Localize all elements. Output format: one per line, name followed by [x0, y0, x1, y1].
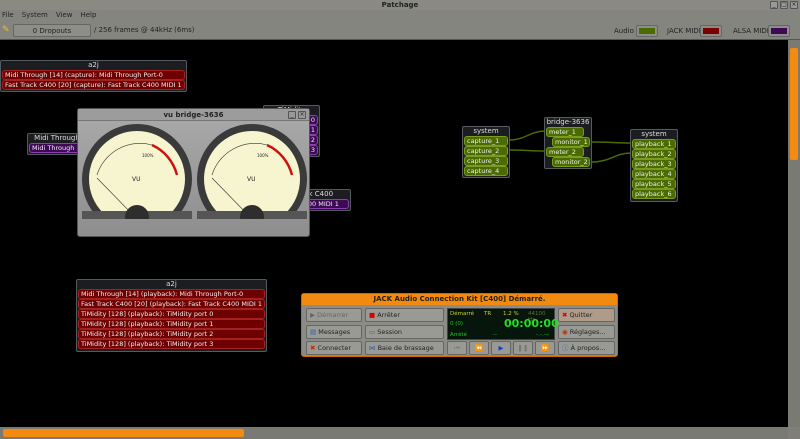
audio-color-button[interactable]: [636, 25, 658, 37]
qjackctl-title: JACK Audio Connection Kit [C400] Démarré…: [302, 294, 617, 305]
menu-help[interactable]: Help: [80, 10, 96, 21]
port[interactable]: TiMidity [128] (playback): TiMidity port…: [78, 319, 265, 329]
horizontal-scrollbar[interactable]: [0, 427, 788, 439]
vu-meters: [82, 124, 307, 219]
port[interactable]: playback_4: [632, 169, 676, 179]
port[interactable]: capture_4: [464, 166, 508, 176]
rewind-button[interactable]: ⏪: [469, 341, 489, 355]
toolbar: ✎ 0 Dropouts / 256 frames @ 44kHz (6ms) …: [0, 21, 800, 40]
legend-jack-midi-label: JACK MIDI: [667, 27, 701, 35]
menu-bar: File System View Help: [0, 10, 800, 21]
vu-label-left: VU: [132, 176, 141, 183]
transport-bbt: -.-.---: [536, 332, 550, 338]
connection-wire[interactable]: [509, 149, 546, 152]
transport-state: Arrêté: [450, 332, 467, 338]
port[interactable]: playback_1: [632, 139, 676, 149]
port[interactable]: playback_6: [632, 189, 676, 199]
vu-minimize-button[interactable]: _: [288, 111, 296, 119]
patchbay-button[interactable]: ⋈ Baie de brassage: [365, 341, 444, 355]
dropouts-button[interactable]: 0 Dropouts: [13, 24, 91, 37]
start-button[interactable]: ▶ Démarrer: [306, 308, 362, 322]
rewind-start-button[interactable]: ⏮: [447, 341, 467, 355]
pause-button[interactable]: ❚❚: [513, 341, 533, 355]
vu-meter-window[interactable]: vu bridge-3636 _ × VU VU 100% 100%: [77, 108, 310, 237]
quit-button[interactable]: ✖ Quitter: [558, 308, 615, 322]
qjackctl-window[interactable]: JACK Audio Connection Kit [C400] Démarré…: [301, 293, 618, 357]
vu-close-button[interactable]: ×: [298, 111, 306, 119]
vu-scale-left: 100%: [142, 153, 154, 158]
port[interactable]: capture_3: [464, 156, 508, 166]
about-button[interactable]: ⓘ À propos...: [558, 341, 615, 355]
stop-button[interactable]: ■ Arrêter: [365, 308, 444, 322]
vu-window-title: vu bridge-3636: [78, 109, 309, 121]
module-system-capture[interactable]: system capture_1 capture_2 capture_3 cap…: [462, 126, 510, 179]
connection-wire[interactable]: [591, 141, 632, 144]
module-system-playback[interactable]: system playback_1 playback_2 playback_3 …: [630, 129, 678, 202]
port[interactable]: Midi Through [14] (capture): Midi Throug…: [2, 70, 185, 80]
port[interactable]: meter_2: [546, 147, 584, 157]
play-button[interactable]: ▶: [491, 341, 511, 355]
port[interactable]: monitor_2: [552, 157, 590, 167]
port[interactable]: Midi Through [14] (playback): Midi Throu…: [78, 289, 265, 299]
forward-button[interactable]: ⏩: [535, 341, 555, 355]
port[interactable]: meter_1: [546, 127, 584, 137]
module-title: system: [641, 130, 667, 138]
status-display: Démarré TR 1.2 % 44100 Hz 0 (0) 00:00:00…: [447, 308, 559, 340]
connection-wire[interactable]: [591, 152, 632, 163]
port[interactable]: capture_2: [464, 146, 508, 156]
settings-button[interactable]: ◉ Réglages...: [558, 325, 615, 339]
legend-alsa-midi-label: ALSA MIDI: [733, 27, 769, 35]
module-title: a2j: [88, 61, 99, 69]
port[interactable]: Fast Track C400 [20] (capture): Fast Tra…: [2, 80, 185, 90]
module-bridge[interactable]: bridge-3636 meter_1 monitor_1 meter_2 mo…: [544, 117, 592, 170]
port[interactable]: monitor_1: [552, 137, 590, 147]
tr-label: TR: [484, 311, 492, 317]
alsa-midi-color-button[interactable]: [768, 25, 790, 37]
vertical-scroll-thumb[interactable]: [790, 48, 798, 160]
port[interactable]: Fast Track C400 [20] (playback): Fast Tr…: [78, 299, 265, 309]
window-title: Patchage: [0, 0, 800, 10]
vertical-scrollbar[interactable]: [788, 40, 800, 427]
legend-audio-label: Audio: [614, 27, 634, 35]
port[interactable]: TiMidity [128] (playback): TiMidity port…: [78, 329, 265, 339]
session-button[interactable]: ▭ Session: [365, 325, 444, 339]
vu-scale-right: 100%: [257, 153, 269, 158]
menu-file[interactable]: File: [2, 10, 14, 21]
horizontal-scroll-thumb[interactable]: [3, 429, 244, 437]
module-a2j-capture[interactable]: a2j Midi Through [14] (capture): Midi Th…: [0, 60, 187, 93]
vu-label-right: VU: [247, 176, 256, 183]
port[interactable]: TiMidity [128] (playback): TiMidity port…: [78, 309, 265, 319]
close-button[interactable]: ×: [790, 1, 798, 9]
port[interactable]: capture_1: [464, 136, 508, 146]
module-title: system: [473, 127, 499, 135]
maximize-button[interactable]: □: [780, 1, 788, 9]
minimize-button[interactable]: _: [770, 1, 778, 9]
menu-system[interactable]: System: [22, 10, 48, 21]
connect-button[interactable]: ✖ Connecter: [306, 341, 362, 355]
port[interactable]: playback_5: [632, 179, 676, 189]
messages-button[interactable]: ▤ Messages: [306, 325, 362, 339]
port[interactable]: playback_2: [632, 149, 676, 159]
menu-view[interactable]: View: [56, 10, 73, 21]
jack-midi-color-button[interactable]: [700, 25, 722, 37]
port[interactable]: playback_3: [632, 159, 676, 169]
port[interactable]: TiMidity [128] (playback): TiMidity port…: [78, 339, 265, 349]
module-a2j-playback[interactable]: a2j Midi Through [14] (playback): Midi T…: [76, 279, 267, 352]
xruns: 0 (0): [450, 321, 464, 327]
module-title: bridge-3636: [546, 118, 590, 126]
connection-wire[interactable]: [509, 130, 546, 141]
buffer-info: / 256 frames @ 44kHz (6ms): [94, 26, 195, 34]
clear-dropouts-icon[interactable]: ✎: [2, 25, 10, 35]
module-title: a2j: [166, 280, 177, 288]
server-state: Démarré: [450, 311, 475, 317]
transport-bpm: --: [493, 332, 497, 338]
transport-time: 00:00:00: [504, 317, 559, 330]
